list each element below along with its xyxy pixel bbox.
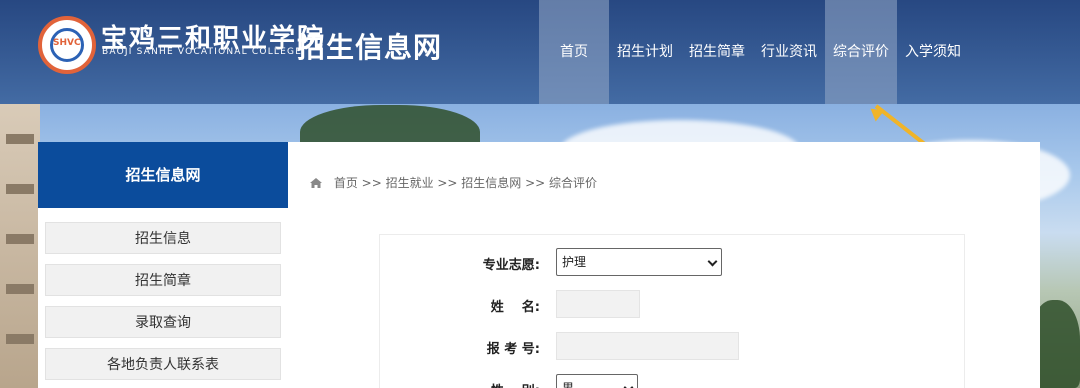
college-name-en: BAOJI SANHE VOCATIONAL COLLEGE bbox=[102, 47, 303, 57]
breadcrumb-text[interactable]: 首页 >> 招生就业 >> 招生信息网 >> 综合评价 bbox=[334, 176, 597, 190]
nav-home[interactable]: 首页 bbox=[539, 0, 609, 104]
main-content: 首页 >> 招生就业 >> 招生信息网 >> 综合评价 专业志愿: 护理 姓 名… bbox=[288, 142, 1040, 388]
form-row-exam-no: 报 考 号: bbox=[380, 331, 966, 361]
major-select[interactable]: 护理 bbox=[556, 248, 722, 276]
name-label: 姓 名: bbox=[490, 300, 540, 315]
site-header: SHVC 宝鸡三和职业学院 BAOJI SANHE VOCATIONAL COL… bbox=[0, 0, 1080, 104]
major-label: 专业志愿: bbox=[482, 258, 540, 273]
chevron-down-icon bbox=[623, 382, 634, 388]
gender-label: 性 别: bbox=[470, 380, 540, 388]
nav-industry-news[interactable]: 行业资讯 bbox=[753, 0, 825, 104]
breadcrumb: 首页 >> 招生就业 >> 招生信息网 >> 综合评价 bbox=[310, 174, 597, 191]
form-row-name: 姓 名: bbox=[380, 289, 966, 319]
nav-admission-brochure[interactable]: 招生简章 bbox=[681, 0, 753, 104]
exam-no-label: 报 考 号: bbox=[486, 342, 540, 357]
form-row-major: 专业志愿: 护理 bbox=[380, 247, 966, 277]
building bbox=[0, 104, 40, 388]
sidebar-item-admission-brochure[interactable]: 招生简章 bbox=[45, 264, 281, 296]
home-icon[interactable] bbox=[310, 177, 322, 188]
sidebar-item-admission-info[interactable]: 招生信息 bbox=[45, 222, 281, 254]
name-input[interactable] bbox=[556, 290, 640, 318]
college-logo[interactable]: SHVC bbox=[38, 16, 96, 74]
sidebar-menu: 招生信息 招生简章 录取查询 各地负责人联系表 bbox=[38, 208, 288, 388]
chevron-down-icon bbox=[707, 256, 718, 267]
nav-enrollment-notice[interactable]: 入学须知 bbox=[897, 0, 969, 104]
sidebar-title: 招生信息网 bbox=[38, 142, 288, 208]
sidebar-item-admission-query[interactable]: 录取查询 bbox=[45, 306, 281, 338]
major-select-value: 护理 bbox=[562, 255, 587, 269]
gender-select-value: 男 bbox=[562, 381, 575, 388]
evaluation-form: 专业志愿: 护理 姓 名: 报 考 号: 性 别: 男 bbox=[379, 234, 965, 388]
nav-comprehensive-evaluation[interactable]: 综合评价 bbox=[825, 0, 897, 104]
nav-admission-plan[interactable]: 招生计划 bbox=[609, 0, 681, 104]
site-title: 招生信息网 bbox=[297, 31, 443, 64]
logo-badge-text: SHVC bbox=[53, 38, 81, 48]
form-row-gender: 性 别: 男 bbox=[380, 373, 966, 388]
gender-select[interactable]: 男 bbox=[556, 374, 638, 388]
sidebar-item-regional-contacts[interactable]: 各地负责人联系表 bbox=[45, 348, 281, 380]
exam-no-input[interactable] bbox=[556, 332, 739, 360]
main-nav: 首页 招生计划 招生简章 行业资讯 综合评价 入学须知 bbox=[539, 0, 969, 104]
